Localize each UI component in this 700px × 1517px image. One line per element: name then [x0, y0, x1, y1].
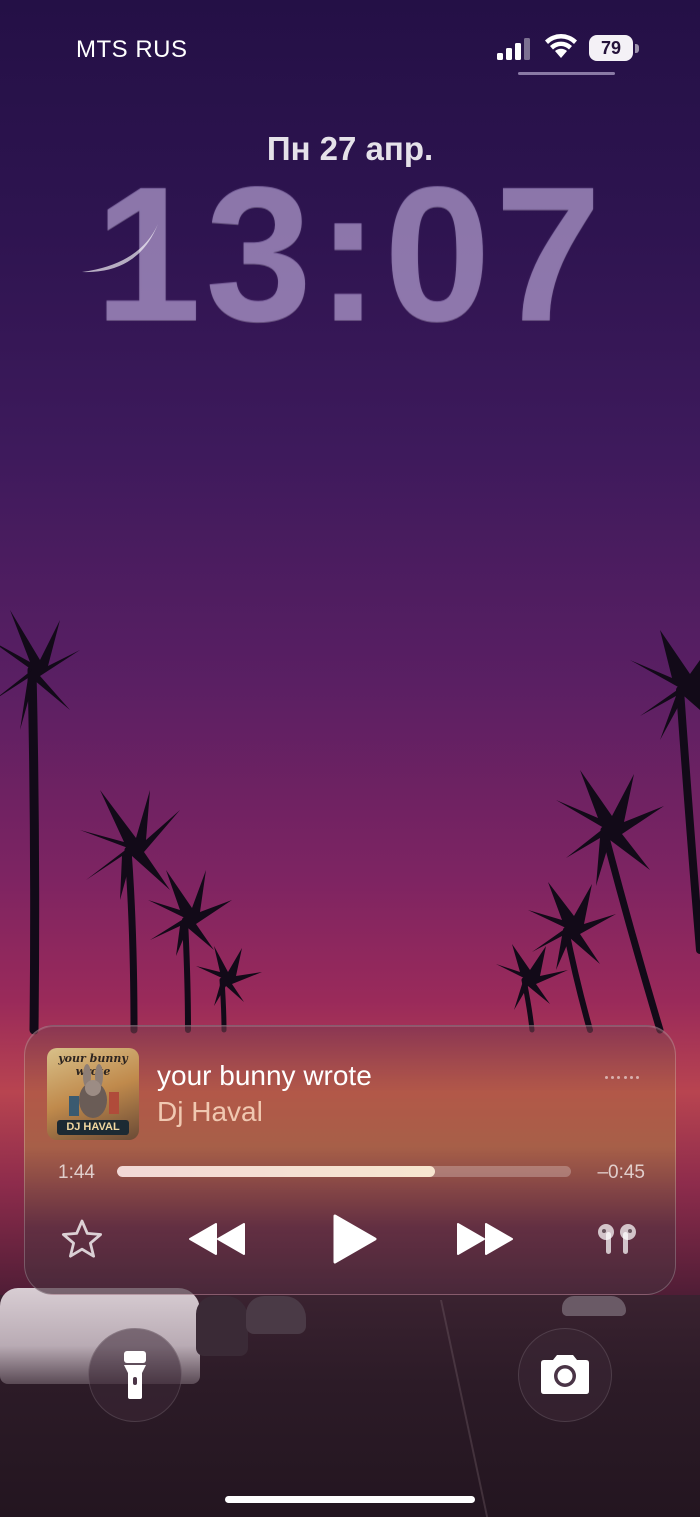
- flashlight-button[interactable]: [88, 1328, 182, 1422]
- fast-forward-icon: [457, 1223, 513, 1255]
- parked-car: [196, 1296, 248, 1356]
- airpods-icon: [598, 1224, 636, 1254]
- parked-car: [562, 1296, 626, 1316]
- favorite-button[interactable]: [57, 1214, 107, 1264]
- rewind-icon: [189, 1223, 245, 1255]
- song-artist: Dj Haval: [157, 1096, 263, 1127]
- camera-button[interactable]: [518, 1328, 612, 1422]
- signal-icon: [497, 38, 530, 60]
- time-remaining: –0:45: [597, 1162, 645, 1183]
- airpods-button[interactable]: [591, 1216, 643, 1262]
- playback-progress-fill: [117, 1166, 435, 1177]
- flashlight-icon: [124, 1351, 146, 1399]
- album-art-label: DJ HAVAL: [57, 1120, 129, 1135]
- status-bar: MTS RUS 79: [0, 0, 700, 100]
- time-elapsed: 1:44: [58, 1162, 95, 1183]
- playback-scrubber[interactable]: [117, 1166, 571, 1177]
- battery-cap: [635, 44, 639, 53]
- more-options-icon[interactable]: [605, 1074, 639, 1082]
- battery-level: 79: [589, 35, 633, 61]
- play-icon: [333, 1214, 377, 1264]
- wifi-icon: [545, 34, 577, 58]
- moon-icon: [82, 224, 158, 273]
- home-indicator[interactable]: [225, 1496, 475, 1503]
- parked-car: [246, 1296, 306, 1334]
- play-button[interactable]: [325, 1208, 383, 1270]
- album-art[interactable]: your bunny wrote DJ HAVAL: [47, 1048, 139, 1140]
- star-icon: [62, 1219, 102, 1258]
- carrier-name: MTS RUS: [76, 36, 188, 63]
- now-playing-widget[interactable]: your bunny wrote DJ HAVAL your bunny wro…: [24, 1025, 676, 1295]
- forward-button[interactable]: [455, 1216, 517, 1262]
- rewind-button[interactable]: [185, 1216, 247, 1262]
- camera-icon: [541, 1355, 589, 1394]
- battery-icon: 79: [589, 35, 639, 61]
- control-center-grabber[interactable]: [518, 72, 615, 75]
- song-title: your bunny wrote: [157, 1060, 372, 1091]
